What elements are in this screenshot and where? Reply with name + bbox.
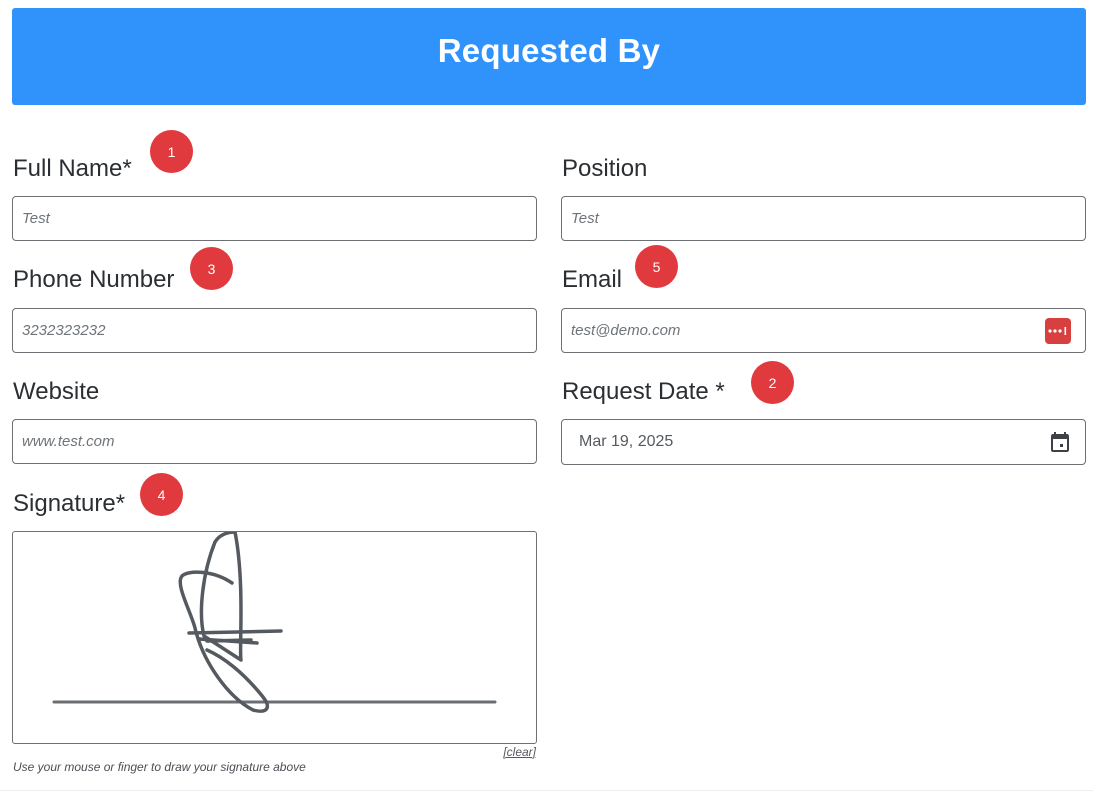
website-input[interactable]: www.test.com bbox=[12, 419, 537, 464]
email-label: Email bbox=[562, 266, 623, 293]
annotation-badge-4: 4 bbox=[140, 473, 183, 516]
position-label: Position bbox=[562, 155, 648, 182]
signature-drawing bbox=[52, 532, 497, 713]
signature-label: Signature* bbox=[13, 490, 126, 517]
annotation-badge-1: 1 bbox=[150, 130, 193, 173]
signature-pad[interactable] bbox=[12, 531, 537, 744]
annotation-badge-2: 2 bbox=[751, 361, 794, 404]
phone-number-label: Phone Number bbox=[13, 266, 175, 293]
page-title: Requested By bbox=[437, 31, 661, 69]
request-date-input[interactable]: Mar 19, 2025 bbox=[561, 419, 1086, 465]
full-name-value: Test bbox=[22, 210, 50, 227]
website-label: Website bbox=[13, 378, 100, 405]
request-date-label: Request Date * bbox=[562, 378, 725, 405]
request-date-value: Mar 19, 2025 bbox=[579, 433, 674, 450]
calendar-icon[interactable] bbox=[1048, 430, 1072, 454]
divider bbox=[0, 790, 1093, 791]
position-input[interactable]: Test bbox=[561, 196, 1086, 241]
signature-hint: Use your mouse or finger to draw your si… bbox=[13, 760, 306, 774]
header-bar: Requested By bbox=[12, 8, 1086, 105]
password-manager-icon[interactable] bbox=[1045, 318, 1071, 344]
email-value: test@demo.com bbox=[571, 322, 681, 339]
position-value: Test bbox=[571, 210, 599, 227]
full-name-label: Full Name* bbox=[13, 155, 132, 182]
clear-signature-link[interactable]: [clear] bbox=[503, 745, 536, 759]
full-name-input[interactable]: Test bbox=[12, 196, 537, 241]
email-input[interactable]: test@demo.com bbox=[561, 308, 1086, 353]
annotation-badge-5: 5 bbox=[635, 245, 678, 288]
phone-number-input[interactable]: 3232323232 bbox=[12, 308, 537, 353]
website-value: www.test.com bbox=[22, 433, 115, 450]
phone-number-value: 3232323232 bbox=[22, 322, 106, 339]
annotation-badge-3: 3 bbox=[190, 247, 233, 290]
